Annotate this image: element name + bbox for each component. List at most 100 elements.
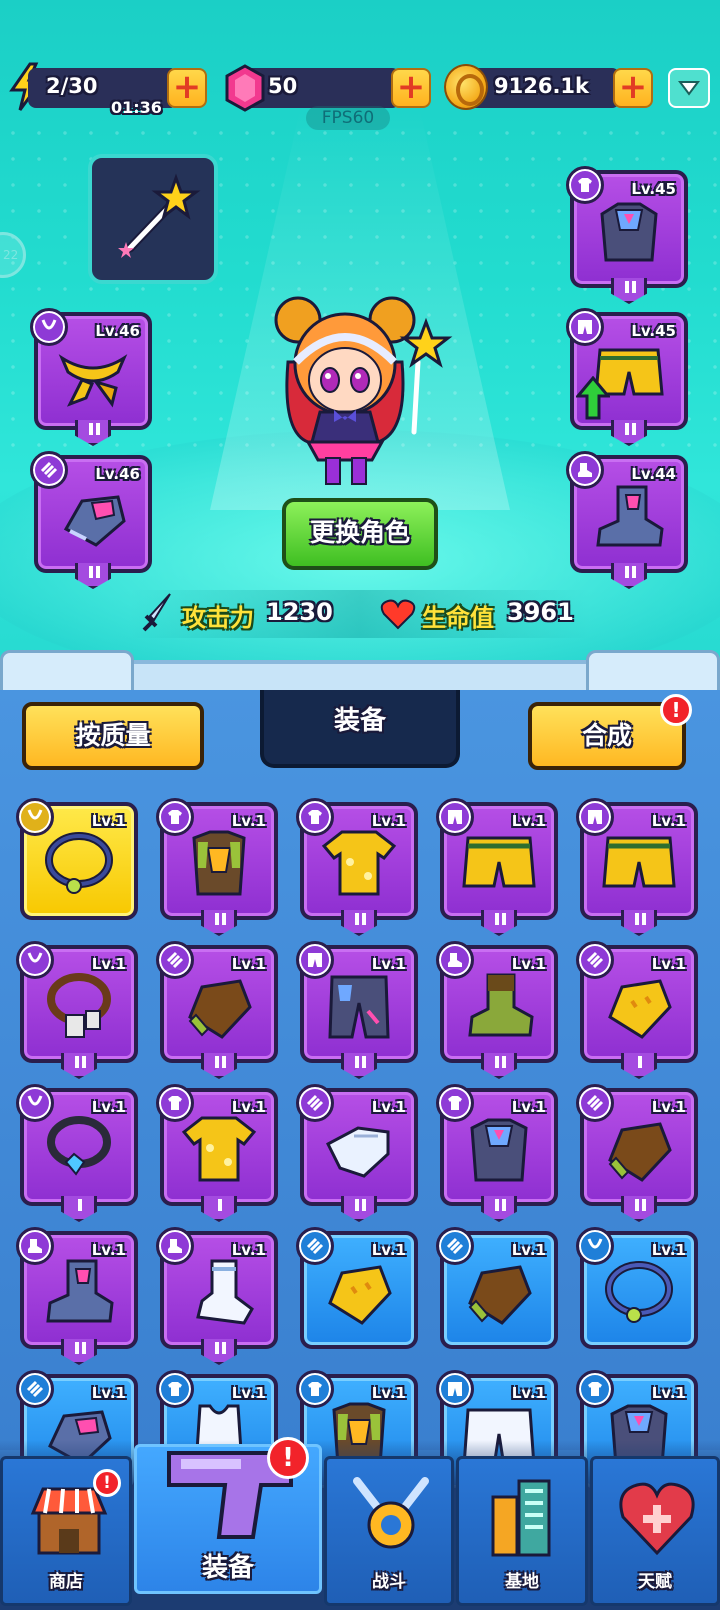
- inventory-item[interactable]: Lv.1: [16, 1227, 138, 1365]
- inventory-item[interactable]: Lv.1: [576, 798, 698, 936]
- gold-coin-icon: [444, 64, 488, 110]
- nav-base-tab[interactable]: 基地: [456, 1456, 588, 1606]
- chevron-down-icon: [678, 81, 700, 96]
- battle-icon: [353, 1477, 429, 1549]
- equipped-necklace-slot[interactable]: Lv.46: [30, 308, 152, 446]
- nav-battle-label: 战斗: [372, 1572, 406, 1592]
- fps-counter: FPS60: [306, 106, 390, 130]
- inventory-title: 装备: [260, 690, 460, 768]
- nav-equipment-tab[interactable]: ! 装备: [134, 1437, 322, 1594]
- nav-talent-tab[interactable]: 天赋: [590, 1456, 720, 1606]
- nav-battle-tab[interactable]: 战斗: [324, 1456, 454, 1606]
- bottom-navigation: ! 商店 ! 装备 战斗 基地 天赋: [0, 1437, 720, 1610]
- weapon-slot[interactable]: [88, 154, 218, 284]
- sort-by-quality-button[interactable]: 按质量: [22, 702, 204, 770]
- inventory-item[interactable]: Lv.1: [576, 1227, 698, 1349]
- attack-value: 1230: [266, 598, 333, 626]
- base-icon: [491, 1479, 551, 1557]
- hero-character[interactable]: [268, 292, 458, 492]
- yellow-shirt-icon: [321, 830, 397, 896]
- white-sock-icon: [196, 1259, 254, 1325]
- nav-shop-tab[interactable]: ! 商店: [0, 1456, 132, 1606]
- level-stripe-tab: [61, 1196, 97, 1222]
- inventory-item[interactable]: Lv.1: [436, 798, 558, 936]
- brown-glove-icon: [188, 979, 252, 1039]
- yellow-glove-icon: [608, 979, 672, 1039]
- inventory-item[interactable]: Lv.1: [156, 1227, 278, 1365]
- inventory-item[interactable]: Lv.1: [156, 941, 278, 1079]
- mech-boot-icon: [46, 1259, 114, 1323]
- level-stripe-tab: [201, 910, 237, 936]
- blue-gem-necklace-icon: [47, 1116, 111, 1176]
- level-stripe-tab: [621, 1053, 657, 1079]
- inventory-item[interactable]: Lv.1: [16, 1084, 138, 1222]
- inventory-item[interactable]: Lv.1: [156, 798, 278, 936]
- equipped-boots-slot[interactable]: Lv.44: [566, 451, 688, 589]
- scarf-icon: [58, 354, 128, 408]
- gold-value: 9126.1k: [494, 74, 590, 98]
- nav-base-label: 基地: [505, 1572, 539, 1592]
- inventory-item[interactable]: Lv.1: [296, 941, 418, 1079]
- level-stripe-tab: [621, 910, 657, 936]
- gem-icon: [225, 64, 265, 112]
- level-stripe-tab: [341, 1053, 377, 1079]
- inventory-item[interactable]: Lv.1: [296, 798, 418, 936]
- mech-armor-icon: [600, 202, 658, 262]
- inventory-item[interactable]: Lv.1: [436, 941, 558, 1079]
- level-stripe-tab: [61, 1339, 97, 1365]
- nav-talent-label: 天赋: [638, 1572, 672, 1592]
- blue-necklace-icon: [605, 1261, 673, 1323]
- add-gems-button[interactable]: +: [391, 68, 431, 108]
- equipped-gloves-slot[interactable]: Lv.46: [30, 451, 152, 589]
- energy-timer: 01:36: [111, 98, 162, 117]
- nav-shop-label: 商店: [49, 1572, 83, 1592]
- tag-necklace-icon: [47, 973, 111, 1038]
- sword-icon: [142, 593, 171, 632]
- level-stripe-tab: [201, 1339, 237, 1365]
- attack-label: 攻击力: [182, 604, 254, 632]
- change-character-button[interactable]: 更换角色: [282, 498, 438, 570]
- inventory-item[interactable]: Lv.1: [576, 1084, 698, 1222]
- white-glove-icon: [326, 1126, 390, 1178]
- level-stripe-tab: [481, 910, 517, 936]
- brown-glove-icon: [608, 1122, 672, 1182]
- mech-pants-icon: [328, 975, 390, 1039]
- mech-glove-icon: [63, 495, 126, 547]
- menu-dropdown-button[interactable]: [668, 68, 710, 108]
- brown-glove-icon: [468, 1265, 532, 1325]
- yellow-shorts-icon: [462, 836, 536, 888]
- hero-stage: 2/30 01:36 + 50 + 9126.1k + FPS60 22 Lv.…: [0, 0, 720, 690]
- level-stripe-tab: [621, 1196, 657, 1222]
- heart-icon: [380, 599, 416, 630]
- inventory-item[interactable]: Lv.1: [576, 941, 698, 1079]
- yellow-shirt-icon: [181, 1116, 257, 1182]
- panel-divider: [0, 650, 720, 690]
- inventory-item[interactable]: Lv.1: [156, 1084, 278, 1222]
- inventory-panel: 按质量 装备 合成 ! Lv.1 Lv.1 Lv.1 Lv.1 Lv.1 Lv.1 Lv.1…: [0, 690, 720, 1492]
- equipped-pants-slot[interactable]: Lv.45: [566, 308, 688, 446]
- level-stripe-tab: [481, 1196, 517, 1222]
- equipment-alert-badge: !: [267, 1437, 309, 1479]
- hp-label: 生命值: [422, 604, 494, 632]
- shop-alert-badge: !: [93, 1469, 121, 1497]
- energy-value: 2/30: [46, 74, 98, 98]
- inventory-item[interactable]: Lv.1: [436, 1227, 558, 1349]
- add-gold-button[interactable]: +: [613, 68, 653, 108]
- level-stripe-tab: [481, 1053, 517, 1079]
- yellow-shorts-icon: [602, 836, 676, 888]
- inventory-item[interactable]: Lv.1: [296, 1227, 418, 1349]
- inventory-item[interactable]: Lv.1: [296, 1084, 418, 1222]
- yellow-glove-icon: [328, 1265, 392, 1325]
- equipped-armor-slot[interactable]: Lv.45: [566, 166, 688, 304]
- level-stripe-tab: [61, 1053, 97, 1079]
- inventory-item[interactable]: Lv.1: [16, 941, 138, 1079]
- add-energy-button[interactable]: +: [167, 68, 207, 108]
- mech-boot-icon: [596, 485, 664, 547]
- inventory-item[interactable]: Lv.1: [16, 798, 138, 920]
- level-stripe-tab: [341, 910, 377, 936]
- star-wand-icon: [118, 173, 201, 258]
- yellow-necklace-icon: [45, 832, 113, 894]
- inventory-item[interactable]: Lv.1: [436, 1084, 558, 1222]
- level-stripe-tab: [201, 1196, 237, 1222]
- talent-icon: [619, 1482, 695, 1556]
